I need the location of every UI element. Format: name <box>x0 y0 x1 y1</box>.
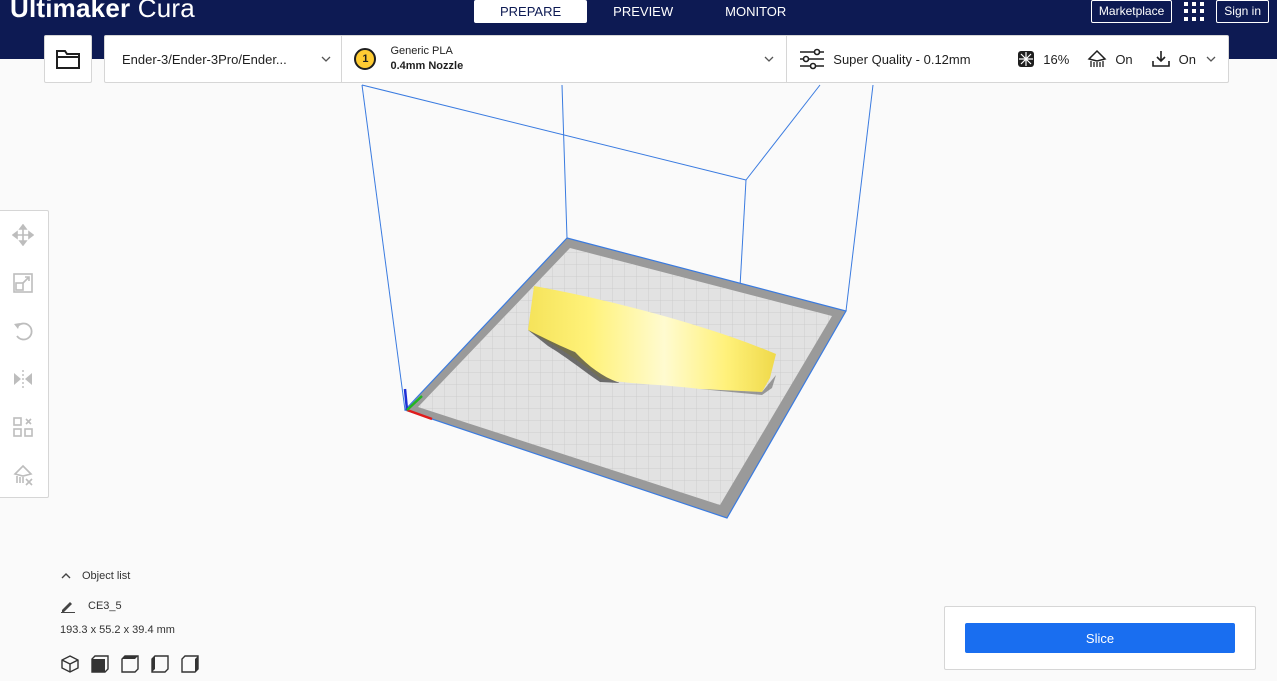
machine-selector[interactable]: Ender-3/Ender-3Pro/Ender... <box>105 36 343 82</box>
tool-sidebar <box>0 210 49 498</box>
per-model-settings-icon <box>13 417 33 437</box>
object-name-row[interactable]: CE3_5 <box>60 599 122 613</box>
per-model-settings-button[interactable] <box>9 413 37 441</box>
extruder-badge: 1 <box>354 48 377 70</box>
print-settings-selector[interactable]: Super Quality - 0.12mm 16% On On <box>787 36 1228 82</box>
object-dimensions: 193.3 x 55.2 x 39.4 mm <box>60 624 175 636</box>
object-list-toggle[interactable]: Object list <box>60 570 130 582</box>
slice-button[interactable]: Slice <box>965 623 1235 653</box>
support-blocker-button[interactable] <box>9 461 37 489</box>
sliders-icon <box>800 48 825 70</box>
marketplace-button[interactable]: Marketplace <box>1090 0 1173 23</box>
adhesion-icon <box>1151 51 1170 67</box>
tab-preview[interactable]: PREVIEW <box>587 0 699 23</box>
view-right-button[interactable] <box>180 654 200 674</box>
object-name: CE3_5 <box>88 600 122 612</box>
camera-view-buttons <box>60 654 200 674</box>
view-left-button[interactable] <box>150 654 170 674</box>
scale-tool-button[interactable] <box>9 269 37 297</box>
view-3d-button[interactable] <box>60 654 80 674</box>
top-view-icon <box>121 655 139 673</box>
action-panel: Slice <box>944 606 1256 670</box>
front-view-icon <box>91 655 109 673</box>
pencil-icon <box>61 602 75 613</box>
chevron-up-icon <box>61 573 71 579</box>
view-front-button[interactable] <box>90 654 110 674</box>
object-list-label: Object list <box>82 570 131 582</box>
chevron-down-icon <box>1206 56 1216 62</box>
support-value: On <box>1115 51 1133 67</box>
rotate-icon <box>14 322 33 341</box>
tab-monitor[interactable]: MONITOR <box>699 0 812 23</box>
move-tool-button[interactable] <box>9 221 37 249</box>
material-selector[interactable]: 1 Generic PLA 0.4mm Nozzle <box>342 36 788 82</box>
brand-product: Cura <box>137 0 195 23</box>
apps-grid-icon[interactable] <box>1184 1 1204 22</box>
open-file-button[interactable] <box>44 35 92 83</box>
move-icon <box>12 224 34 246</box>
scale-icon <box>13 273 33 293</box>
support-icon <box>1087 49 1107 67</box>
main-settings-bar: Ender-3/Ender-3Pro/Ender... 1 Generic PL… <box>104 35 1229 83</box>
machine-name: Ender-3/Ender-3Pro/Ender... <box>122 51 287 67</box>
mirror-tool-button[interactable] <box>9 365 37 393</box>
infill-value: 16% <box>1043 51 1070 67</box>
right-view-icon <box>181 655 199 673</box>
nozzle-size: 0.4mm Nozzle <box>390 60 464 72</box>
folder-icon <box>56 50 80 69</box>
view-top-button[interactable] <box>120 654 140 674</box>
build-plate-viewport[interactable] <box>0 0 1277 681</box>
infill-icon <box>1018 51 1035 67</box>
rotate-tool-button[interactable] <box>9 317 37 345</box>
app-logo: Ultimaker Cura <box>10 0 195 23</box>
adhesion-value: On <box>1178 51 1196 67</box>
chevron-down-icon <box>321 56 331 62</box>
mirror-icon <box>14 370 32 388</box>
chevron-down-icon <box>764 56 774 62</box>
support-blocker-icon <box>13 464 33 486</box>
sign-in-button[interactable]: Sign in <box>1216 0 1269 23</box>
brand-name: Ultimaker <box>10 0 131 23</box>
header-actions: Marketplace Sign in <box>1090 0 1269 23</box>
tab-prepare[interactable]: PREPARE <box>474 0 588 23</box>
3d-view-icon <box>61 655 79 673</box>
material-name: Generic PLA <box>390 45 453 57</box>
left-view-icon <box>151 655 169 673</box>
stage-tabs: PREPARE PREVIEW MONITOR <box>474 0 812 23</box>
quality-profile: Super Quality - 0.12mm <box>833 51 971 67</box>
